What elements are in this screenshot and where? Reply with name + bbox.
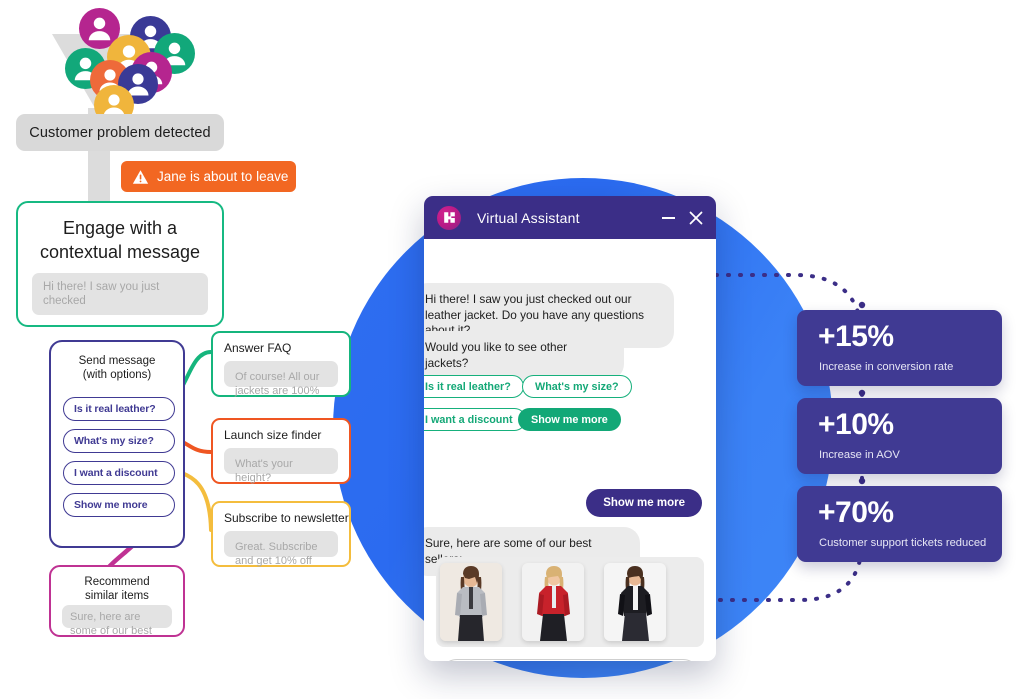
- engage-title-line2: contextual message: [39, 242, 201, 262]
- engage-card: Engage with a contextual message Hi ther…: [16, 201, 224, 327]
- product-carousel: [436, 557, 704, 647]
- branch-card-title: Launch size finder: [224, 428, 322, 442]
- branch-card-size-finder: Launch size finder What's your height?: [211, 418, 351, 484]
- product-card-black-leather-jacket[interactable]: [604, 563, 666, 641]
- product-card-red-leather-jacket[interactable]: [522, 563, 584, 641]
- stat-value: +70%: [818, 496, 894, 529]
- quick-reply-my-size[interactable]: What's my size?: [522, 375, 632, 398]
- engage-card-title: Engage with a contextual message: [18, 216, 222, 264]
- warning-triangle-icon: [132, 169, 149, 184]
- recommend-card-title: Recommend similar items: [51, 575, 183, 603]
- stat-value: +15%: [818, 320, 894, 353]
- stat-card-aov: +10% Increase in AOV: [797, 398, 1002, 474]
- recommend-title-line2: similar items: [85, 590, 149, 602]
- branch-card-preview: Great. Subscribe and get 10% off: [224, 531, 338, 567]
- branch-card-recommend: Recommend similar items Sure, here are s…: [49, 565, 185, 637]
- send-message-title: Send message (with options): [51, 354, 183, 382]
- branch-card-title: Answer FAQ: [224, 341, 292, 355]
- branch-card-answer-faq: Answer FAQ Of course! All our jackets ar…: [211, 331, 351, 397]
- flow-option-show-more[interactable]: Show me more: [63, 493, 175, 517]
- quick-reply-discount[interactable]: I want a discount: [424, 408, 526, 431]
- flow-option-my-size[interactable]: What's my size?: [63, 429, 175, 453]
- recommend-preview: Sure, here are some of our best: [62, 605, 172, 637]
- branch-card-newsletter: Subscribe to newsletter Great. Subscribe…: [211, 501, 351, 567]
- send-message-title-line2: (with options): [82, 369, 152, 381]
- chat-window: Virtual Assistant Hi there! I saw you ju…: [424, 196, 716, 661]
- window-controls: [662, 211, 703, 225]
- quick-reply-show-more[interactable]: Show me more: [518, 408, 621, 431]
- stat-value: +10%: [818, 408, 894, 441]
- recommend-title-line1: Recommend: [84, 576, 150, 588]
- engage-title-line1: Engage with a: [62, 218, 178, 238]
- bot-message-bubble: Would you like to see other jackets?: [424, 331, 624, 380]
- chat-window-title: Virtual Assistant: [477, 209, 580, 226]
- chat-message-area: Hi there! I saw you just checked out our…: [424, 239, 716, 661]
- leave-alert-text: Jane is about to leave: [157, 169, 289, 184]
- stat-card-support-tickets: +70% Customer support tickets reduced: [797, 486, 1002, 562]
- send-message-card: Send message (with options) Is it real l…: [49, 340, 185, 548]
- product-card-silver-leather-jacket[interactable]: [440, 563, 502, 641]
- stat-label: Increase in conversion rate: [819, 361, 954, 373]
- leave-alert-badge: Jane is about to leave: [121, 161, 296, 192]
- chat-window-header: Virtual Assistant: [424, 196, 716, 239]
- close-icon[interactable]: [689, 211, 703, 225]
- funnel-status-label: Customer problem detected: [16, 114, 224, 151]
- branch-card-preview: Of course! All our jackets are 100%: [224, 361, 338, 397]
- illustration-canvas: Customer problem detected Jane is about …: [0, 0, 1024, 699]
- quick-reply-real-leather[interactable]: Is it real leather?: [424, 375, 524, 398]
- stat-label: Increase in AOV: [819, 449, 900, 461]
- minimize-icon[interactable]: [662, 216, 675, 219]
- stat-card-conversion-rate: +15% Increase in conversion rate: [797, 310, 1002, 386]
- engage-preview-field: Hi there! I saw you just checked: [32, 273, 208, 315]
- flow-option-discount[interactable]: I want a discount: [63, 461, 175, 485]
- branch-card-preview: What's your height?: [224, 448, 338, 484]
- user-sent-message: Show me more: [586, 489, 702, 517]
- stat-label: Customer support tickets reduced: [819, 537, 987, 549]
- send-message-title-line1: Send message: [78, 355, 156, 367]
- message-input[interactable]: Message...: [440, 659, 700, 661]
- branch-card-title: Subscribe to newsletter: [224, 511, 349, 525]
- flow-option-real-leather[interactable]: Is it real leather?: [63, 397, 175, 421]
- brand-r-logo-icon: [437, 205, 461, 230]
